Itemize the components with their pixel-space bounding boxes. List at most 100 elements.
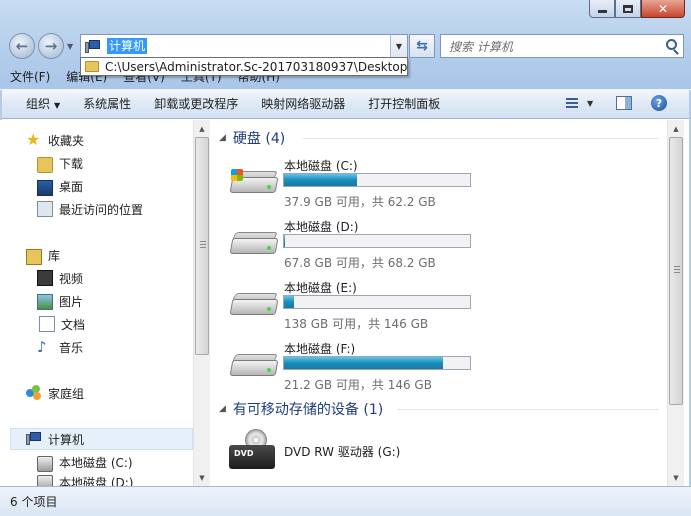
drive-space-info: 37.9 GB 可用，共 62.2 GB — [284, 195, 436, 209]
scroll-up-icon[interactable]: ▲ — [194, 120, 210, 137]
hard-drive-icon — [229, 232, 279, 260]
recent-places-icon — [37, 201, 53, 217]
organize-label: 组织 — [26, 97, 51, 111]
download-folder-icon — [37, 156, 53, 173]
collapse-triangle-icon[interactable]: ◢ — [219, 133, 226, 143]
video-icon — [37, 270, 53, 286]
scroll-up-icon[interactable]: ▲ — [668, 120, 684, 137]
close-button[interactable]: ✕ — [641, 0, 685, 18]
picture-icon — [37, 294, 53, 310]
drive-name: 本地磁盘 (D:) — [284, 220, 359, 234]
address-autocomplete[interactable]: C:\Users\Administrator.Sc-201703180937\D… — [80, 57, 408, 76]
group-divider — [303, 138, 659, 139]
drive-name: 本地磁盘 (E:) — [284, 281, 357, 295]
maximize-icon — [623, 4, 633, 13]
nav-favorites[interactable]: ★ 收藏夹 — [26, 129, 220, 151]
group-hard-drives-label: 硬盘 (4) — [232, 131, 286, 147]
refresh-button[interactable]: ⇆ — [409, 34, 435, 58]
nav-computer[interactable]: 计算机 — [10, 428, 193, 450]
nav-scroll-thumb[interactable] — [195, 137, 209, 355]
nav-downloads-label: 下载 — [59, 156, 84, 171]
document-icon — [39, 316, 55, 332]
star-icon: ★ — [26, 130, 41, 149]
refresh-icon: ⇆ — [416, 38, 428, 54]
nav-libraries[interactable]: 库 — [26, 244, 220, 266]
back-button[interactable]: ← — [9, 33, 35, 59]
forward-button[interactable]: → — [38, 33, 64, 59]
music-icon: ♪ — [37, 338, 47, 356]
drive-space-info: 21.2 GB 可用，共 146 GB — [284, 378, 432, 392]
scroll-down-icon[interactable]: ▼ — [194, 469, 210, 486]
homegroup-icon — [26, 385, 42, 401]
back-arrow-icon: ← — [15, 37, 29, 55]
dvd-drive-icon: DVD — [229, 445, 275, 469]
preview-pane-icon[interactable] — [616, 96, 632, 110]
group-divider — [397, 409, 659, 410]
nav-favorites-label: 收藏夹 — [48, 133, 85, 148]
drive-usage-bar — [283, 234, 471, 248]
minimize-icon — [597, 9, 607, 13]
search-input[interactable]: 搜索 计算机 — [440, 34, 684, 58]
content-scroll-thumb[interactable] — [669, 137, 683, 405]
chevron-down-icon: ▼ — [54, 101, 61, 110]
content-scrollbar[interactable]: ▲ ▼ — [667, 120, 684, 486]
drive-name: 本地磁盘 (C:) — [284, 159, 358, 173]
group-removable-storage[interactable]: ◢ 有可移动存储的设备 (1) — [219, 399, 383, 419]
maximize-button[interactable] — [615, 0, 641, 18]
minimize-button[interactable] — [589, 0, 615, 18]
drive-usage-fill — [284, 296, 295, 308]
address-dropdown-button[interactable]: ▼ — [390, 35, 407, 57]
desktop-icon — [37, 179, 53, 196]
organize-button[interactable]: 组织 ▼ — [26, 95, 60, 112]
nav-homegroup[interactable]: 家庭组 — [26, 382, 220, 404]
nav-music-label: 音乐 — [59, 340, 84, 355]
dvd-drive-g[interactable]: DVD DVD RW 驱动器 (G:) — [227, 427, 487, 477]
group-hard-drives[interactable]: ◢ 硬盘 (4) — [219, 128, 285, 148]
drive-e[interactable]: 本地磁盘 (E:) 138 GB 可用，共 146 GB — [227, 279, 487, 337]
nav-recent-label: 最近访问的位置 — [59, 202, 144, 217]
computer-icon — [85, 39, 101, 54]
open-control-panel-button[interactable]: 打开控制面板 — [368, 95, 440, 112]
address-bar[interactable]: 计算机 ▼ — [80, 34, 408, 58]
drive-usage-fill — [284, 174, 357, 186]
search-icon[interactable] — [666, 39, 677, 50]
search-placeholder: 搜索 计算机 — [449, 39, 513, 54]
map-network-drive-button[interactable]: 映射网络驱动器 — [261, 95, 345, 112]
close-icon: ✕ — [657, 1, 669, 16]
drive-space-info: 138 GB 可用，共 146 GB — [284, 317, 429, 331]
navigation-pane: ★ 收藏夹 下载 桌面 最近访问的位置 库 视频 图片 文档 ♪ 音乐 家庭组 — [0, 120, 210, 486]
help-icon[interactable]: ? — [651, 95, 667, 111]
view-options-dropdown[interactable]: ▼ — [587, 99, 593, 108]
uninstall-program-button[interactable]: 卸载或更改程序 — [154, 95, 238, 112]
item-count: 6 个项目 — [10, 495, 58, 509]
scroll-down-icon[interactable]: ▼ — [668, 469, 684, 486]
autocomplete-path[interactable]: C:\Users\Administrator.Sc-201703180937\D… — [105, 60, 407, 74]
nav-desktop-label: 桌面 — [59, 179, 84, 194]
nav-scrollbar[interactable]: ▲ ▼ — [193, 120, 210, 486]
window-controls: ✕ — [589, 0, 685, 18]
nav-pictures-label: 图片 — [59, 294, 84, 309]
drive-name: DVD RW 驱动器 (G:) — [284, 445, 401, 459]
forward-arrow-icon: → — [44, 37, 58, 55]
system-properties-button[interactable]: 系统属性 — [83, 95, 131, 112]
drive-space-info: 67.8 GB 可用，共 68.2 GB — [284, 256, 436, 270]
hard-drive-icon — [229, 293, 279, 321]
hard-drive-icon — [229, 354, 279, 382]
drive-d[interactable]: 本地磁盘 (D:) 67.8 GB 可用，共 68.2 GB — [227, 218, 487, 276]
nav-libraries-label: 库 — [48, 248, 61, 263]
windows-drive-icon — [229, 169, 279, 199]
drive-c[interactable]: 本地磁盘 (C:) 37.9 GB 可用，共 62.2 GB — [227, 157, 487, 215]
view-options-icon[interactable] — [562, 96, 580, 111]
folder-icon — [85, 61, 99, 72]
address-input[interactable]: 计算机 — [107, 38, 148, 54]
drive-name: 本地磁盘 (F:) — [284, 342, 356, 356]
drive-usage-bar — [283, 173, 471, 187]
collapse-triangle-icon[interactable]: ◢ — [219, 404, 226, 414]
drive-usage-bar — [283, 356, 471, 370]
hard-drive-icon — [37, 475, 53, 486]
group-removable-label: 有可移动存储的设备 (1) — [232, 402, 384, 418]
recent-pages-dropdown[interactable]: ▼ — [67, 42, 73, 51]
drive-f[interactable]: 本地磁盘 (F:) 21.2 GB 可用，共 146 GB — [227, 340, 487, 398]
drive-usage-fill — [284, 357, 444, 369]
menu-file[interactable]: 文件(F) — [10, 68, 50, 85]
